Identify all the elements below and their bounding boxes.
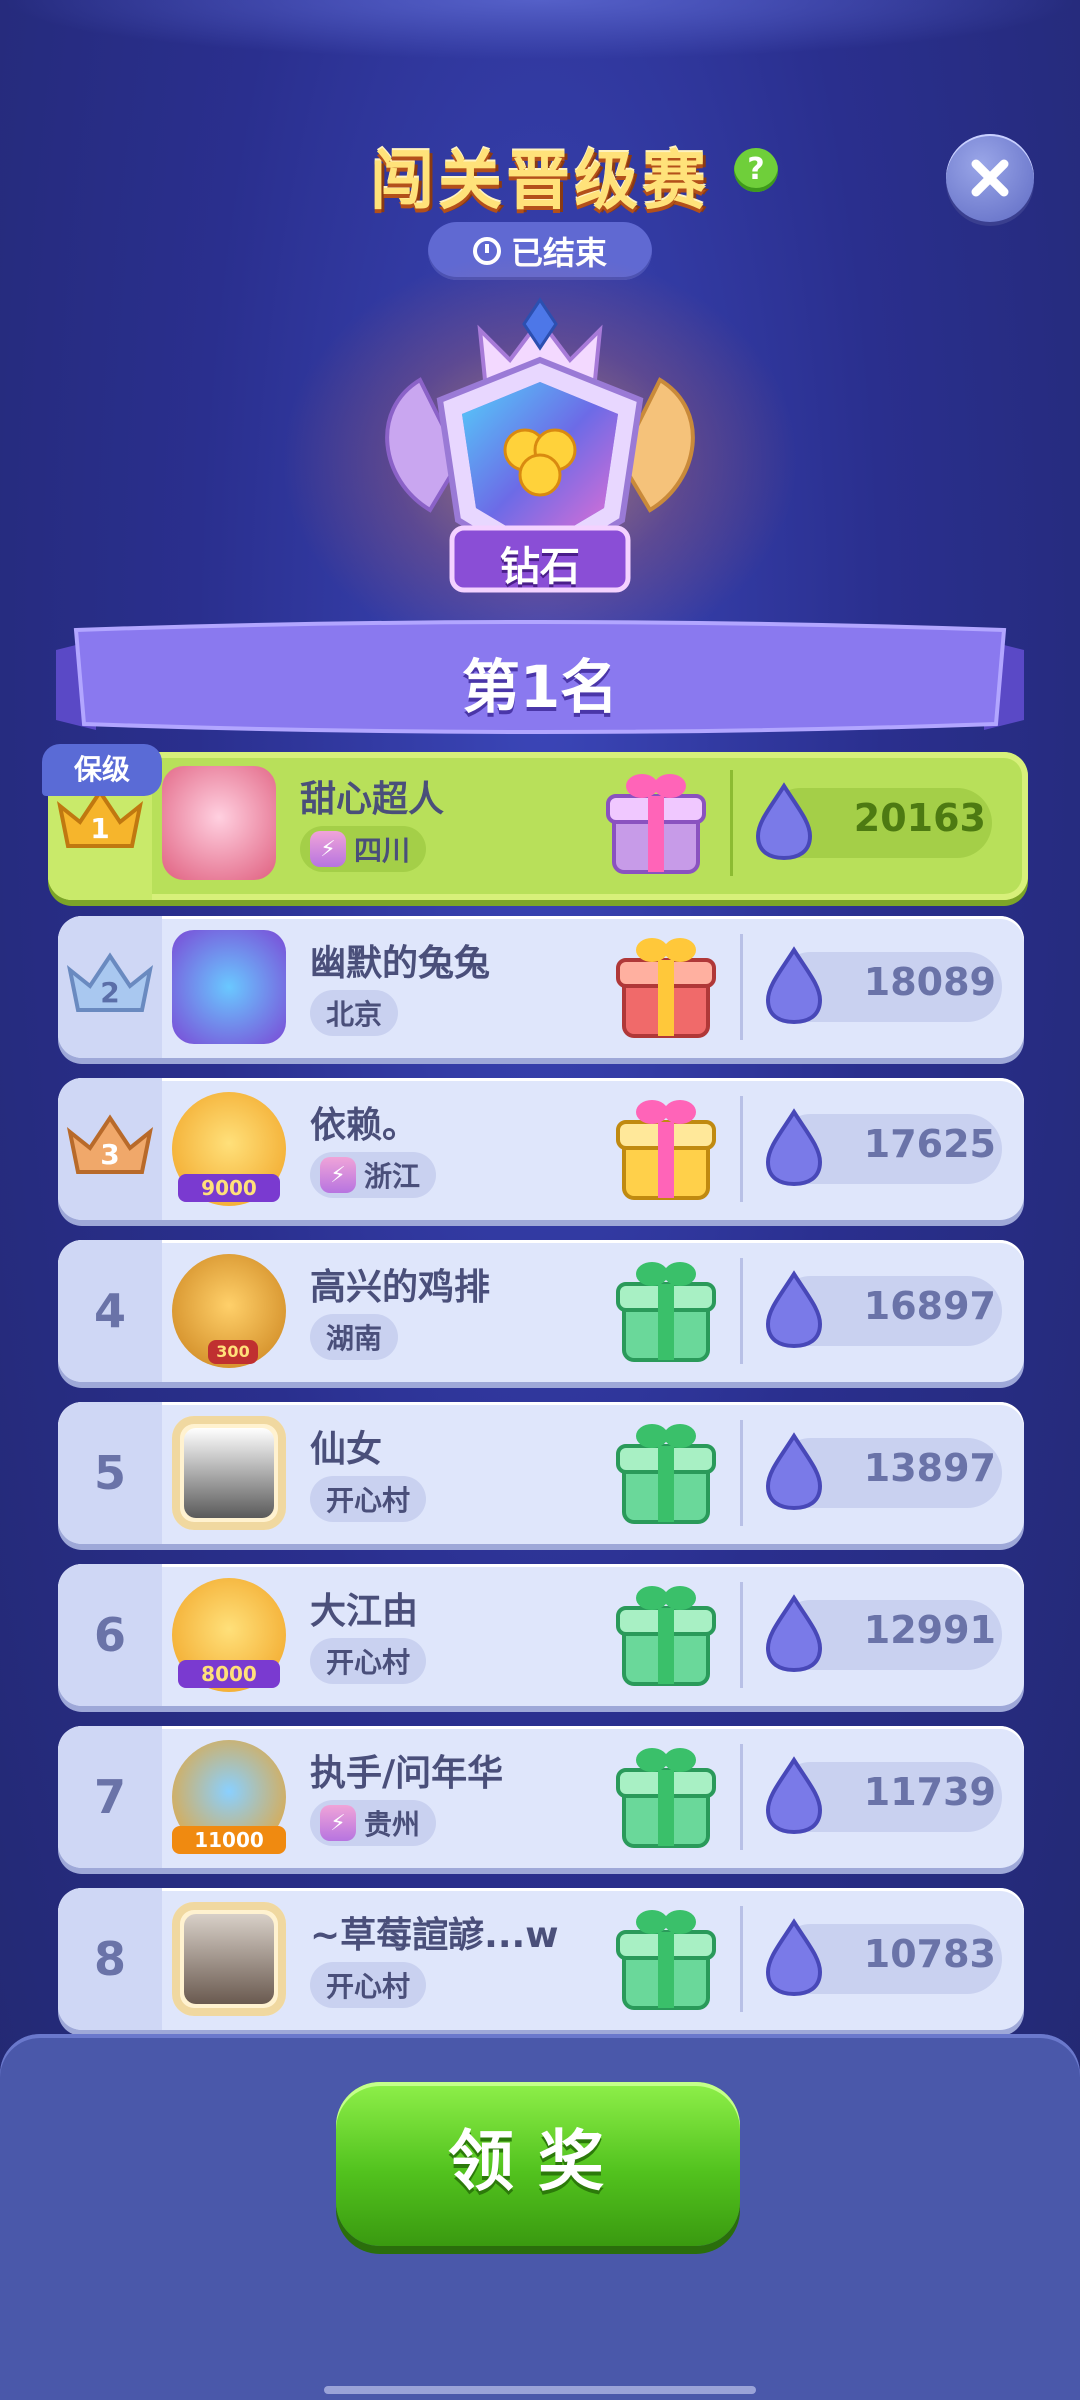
keep-tier-tag: 保级 [42,744,162,796]
player-name: 执手/问年华 [310,1753,504,1794]
list-item[interactable]: 4 300 高兴的鸡排 湖南 16897 [58,1240,1024,1382]
avatar-frame-label: 11000 [172,1826,286,1854]
score-value: 20163 [853,796,986,840]
lightning-vip-icon: ⚡ [320,1805,356,1841]
green-gift-icon[interactable] [614,1902,718,2014]
player-name: 大江由 [310,1591,419,1632]
avatar-photo [184,1428,274,1518]
player-name: 幽默的兔兔 [310,943,491,984]
avatar-frame-label: 9000 [178,1174,280,1202]
score-value: 11739 [863,1770,996,1814]
location-text: 浙江 [364,1160,421,1193]
location-badge: 开心村 [310,1962,427,2008]
rank-number: 4 [93,1284,126,1338]
player-name: 依赖。 [310,1105,419,1146]
player-name: 高兴的鸡排 [310,1267,491,1308]
yellow-gift-icon[interactable] [614,1092,718,1204]
location-badge: 湖南 [310,1314,399,1360]
avatar-frame-label: 8000 [178,1660,280,1688]
rank-number: 6 [93,1608,126,1662]
rank-number: 1 [90,812,110,845]
avatar[interactable] [172,1416,286,1530]
divider [740,1582,743,1688]
tier-label: 钻石 [500,544,580,590]
divider [730,770,733,876]
green-gift-icon[interactable] [614,1740,718,1852]
location-badge: ⚡ 浙江 [310,1152,437,1198]
rank-number: 5 [93,1446,126,1500]
location-badge: ⚡ 四川 [300,826,427,872]
location-badge: 开心村 [310,1476,427,1522]
green-gift-icon[interactable] [614,1416,718,1528]
score-value: 13897 [863,1446,996,1490]
rank-number: 7 [93,1770,126,1824]
location-text: 北京 [326,998,383,1031]
divider [740,1096,743,1202]
lightning-vip-icon: ⚡ [320,1157,356,1193]
location-text: 四川 [354,834,411,867]
location-text: 开心村 [326,1484,411,1517]
lightning-vip-icon: ⚡ [310,831,346,867]
list-item[interactable]: 6 8000 大江由 开心村 12991 [58,1564,1024,1706]
list-item[interactable]: 2 幽默的兔兔 北京 18089 [58,916,1024,1058]
tier-badge: 钻石 [280,250,800,670]
divider [740,934,743,1040]
list-item[interactable]: 7 11000 执手/问年华 ⚡ 贵州 11739 [58,1726,1024,1868]
rank-number: 3 [100,1138,120,1171]
divider [740,1258,743,1364]
score-value: 18089 [863,960,996,1004]
score-value: 17625 [863,1122,996,1166]
claim-reward-button[interactable]: 领奖 [336,2082,740,2246]
location-text: 开心村 [326,1646,411,1679]
help-icon[interactable]: ? [734,148,778,192]
divider [740,1906,743,2012]
location-text: 湖南 [326,1322,383,1355]
avatar-frame-label: 300 [208,1340,258,1364]
location-text: 开心村 [326,1970,411,2003]
green-gift-icon[interactable] [614,1254,718,1366]
score-value: 10783 [863,1932,996,1976]
player-name: 仙女 [310,1429,383,1470]
avatar[interactable] [172,1902,286,2016]
location-badge: 开心村 [310,1638,427,1684]
green-gift-icon[interactable] [614,1578,718,1690]
close-button[interactable] [946,134,1034,222]
location-text: 贵州 [364,1808,421,1841]
top-glow [0,0,1080,60]
location-badge: 北京 [310,990,399,1036]
avatar[interactable] [162,766,276,880]
score-value: 16897 [863,1284,996,1328]
avatar[interactable] [172,930,286,1044]
page-title: 闯关晋级赛 [370,145,710,219]
player-name: ~草莓諠諺...w [310,1915,559,1956]
list-item[interactable]: 3 9000 依赖。 ⚡ 浙江 17625 [58,1078,1024,1220]
avatar-photo [184,1914,274,2004]
rank-title: 第1名 [461,653,619,721]
rank-number: 2 [100,976,120,1009]
home-indicator[interactable] [324,2386,756,2394]
close-icon [971,159,1009,197]
list-item[interactable]: 5 仙女 开心村 13897 [58,1402,1024,1544]
list-item[interactable]: 1 甜心超人 ⚡ 四川 20163 [48,752,1028,900]
red-gift-icon[interactable] [614,930,718,1042]
purple-gift-icon[interactable] [604,766,708,878]
divider [740,1420,743,1526]
rank-number: 8 [93,1932,126,1986]
divider [740,1744,743,1850]
player-name: 甜心超人 [300,779,445,820]
score-value: 12991 [863,1608,996,1652]
list-item[interactable]: 8 ~草莓諠諺...w 开心村 10783 [58,1888,1024,2030]
location-badge: ⚡ 贵州 [310,1800,437,1846]
